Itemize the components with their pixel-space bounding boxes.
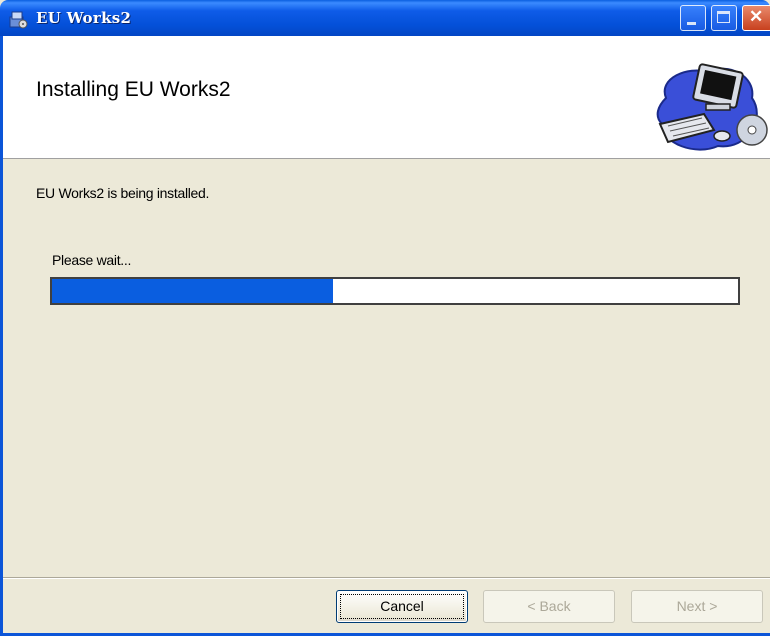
next-button[interactable]: Next > bbox=[631, 590, 763, 623]
back-label: < Back bbox=[527, 598, 571, 614]
maximize-button[interactable] bbox=[711, 5, 737, 31]
page-title: Installing EU Works2 bbox=[36, 78, 231, 101]
minimize-button[interactable] bbox=[680, 5, 706, 31]
footer-divider bbox=[0, 577, 770, 579]
installer-icon bbox=[9, 11, 28, 29]
status-text: EU Works2 is being installed. bbox=[36, 185, 210, 201]
progress-fill bbox=[52, 279, 334, 303]
header-banner: Installing EU Works2 bbox=[0, 36, 770, 159]
progress-label: Please wait... bbox=[52, 252, 132, 268]
installer-window: EU Works2 Installing EU Works2 EU Works2… bbox=[0, 0, 770, 636]
cancel-button[interactable]: Cancel bbox=[336, 590, 468, 623]
cancel-label: Cancel bbox=[380, 598, 424, 614]
title-bar[interactable]: EU Works2 bbox=[0, 0, 770, 36]
progress-bar bbox=[50, 277, 740, 305]
close-button[interactable] bbox=[742, 5, 770, 31]
window-frame-left bbox=[0, 36, 3, 636]
back-button[interactable]: < Back bbox=[483, 590, 615, 623]
next-label: Next > bbox=[676, 598, 718, 614]
computer-with-cd-icon bbox=[656, 63, 768, 151]
window-title: EU Works2 bbox=[36, 9, 132, 27]
